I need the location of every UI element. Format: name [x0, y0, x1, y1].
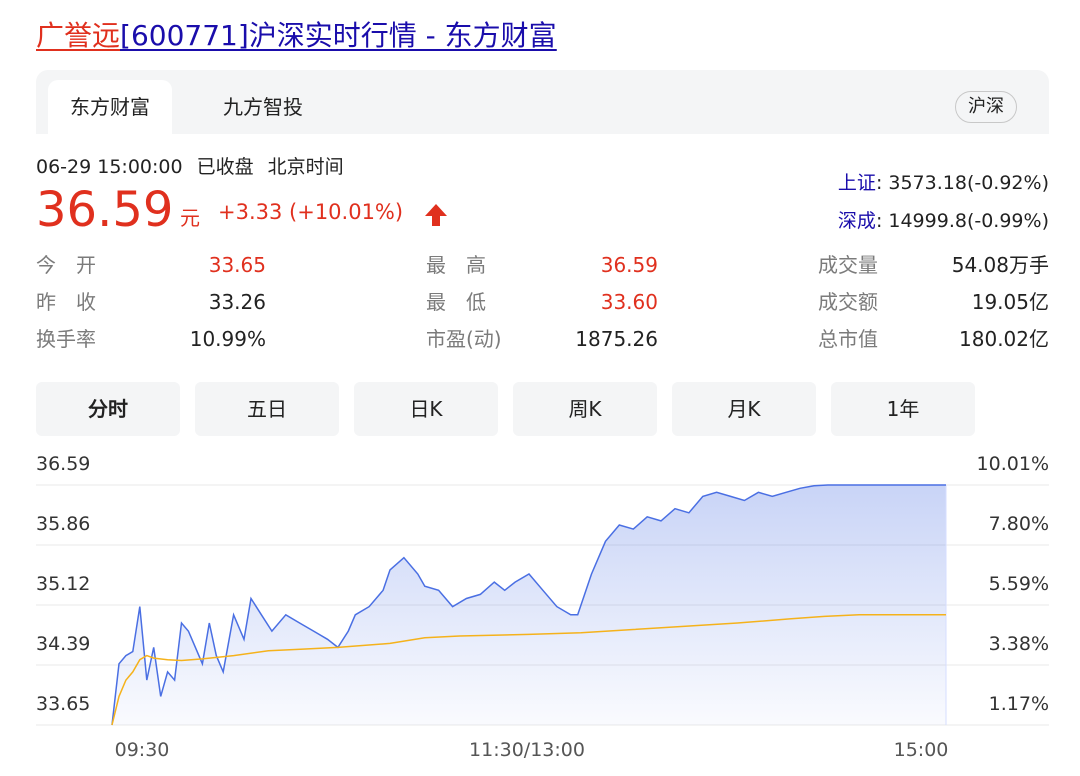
tab-eastmoney[interactable]: 东方财富: [48, 80, 172, 134]
stat-volume-value: 54.08万手: [951, 253, 1049, 277]
tab-five-day[interactable]: 五日: [195, 382, 339, 436]
stat-label: 换手率: [36, 327, 96, 351]
stat-label: 昨 收: [36, 290, 96, 314]
stat-label: 最 高: [426, 253, 486, 277]
index-shenzhen-value: : 14999.8(-0.99%): [875, 210, 1049, 232]
up-arrow-icon: [425, 204, 447, 226]
stat-label: 总市值: [818, 327, 878, 351]
stat-open-value: 33.65: [208, 253, 266, 277]
page-title-link[interactable]: [600771]沪深实时行情 - 东方财富: [120, 19, 557, 52]
tab-weekly-k[interactable]: 周K: [513, 382, 657, 436]
stat-label: 今 开: [36, 253, 96, 277]
stat-turnover-value: 10.99%: [189, 327, 266, 351]
stat-label: 市盈(动): [426, 327, 502, 351]
tab-one-year[interactable]: 1年: [831, 382, 975, 436]
stock-name-link[interactable]: 广誉远: [36, 19, 120, 52]
stat-label: 成交量: [818, 253, 878, 277]
stat-prev-close-value: 33.26: [208, 290, 266, 314]
quote-timestamp: 06-29 15:00:00 已收盘 北京时间: [36, 152, 358, 179]
index-shanghai-link[interactable]: 上证: [838, 172, 876, 194]
tab-jiufang[interactable]: 九方智投: [192, 80, 334, 134]
stat-high-value: 36.59: [600, 253, 658, 277]
price-unit: 元: [180, 206, 200, 230]
stat-low-value: 33.60: [600, 290, 658, 314]
index-shanghai[interactable]: 上证: 3573.18(-0.92%): [838, 168, 1049, 195]
timezone-label: 北京时间: [267, 156, 344, 178]
market-filter-button[interactable]: 沪深: [955, 91, 1017, 123]
stat-pe-value: 1875.26: [575, 327, 658, 351]
page-title[interactable]: 广誉远[600771]沪深实时行情 - 东方财富: [36, 14, 557, 58]
tab-daily-k[interactable]: 日K: [354, 382, 498, 436]
tab-monthly-k[interactable]: 月K: [672, 382, 816, 436]
index-shanghai-value: : 3573.18(-0.92%): [875, 172, 1049, 194]
tab-intraday[interactable]: 分时: [36, 382, 180, 436]
stat-label: 成交额: [818, 290, 878, 314]
price-change: +3.33 (+10.01%): [218, 200, 404, 224]
stat-amount-value: 19.05亿: [971, 290, 1049, 314]
period-tab-bar: 分时 五日 日K 周K 月K 1年: [36, 382, 1049, 436]
quote-date-time: 06-29 15:00:00: [36, 156, 183, 178]
stat-label: 最 低: [426, 290, 486, 314]
source-tab-bar: 东方财富 九方智投 沪深: [36, 70, 1049, 134]
market-status: 已收盘: [196, 156, 254, 178]
index-shenzhen[interactable]: 深成: 14999.8(-0.99%): [838, 206, 1049, 233]
current-price: 36.59: [36, 182, 174, 238]
quote-card: 东方财富 九方智投 沪深 06-29 15:00:00 已收盘 北京时间 36.59…: [36, 70, 1049, 770]
index-shenzhen-link[interactable]: 深成: [838, 210, 876, 232]
stat-market-cap-value: 180.02亿: [959, 327, 1049, 351]
